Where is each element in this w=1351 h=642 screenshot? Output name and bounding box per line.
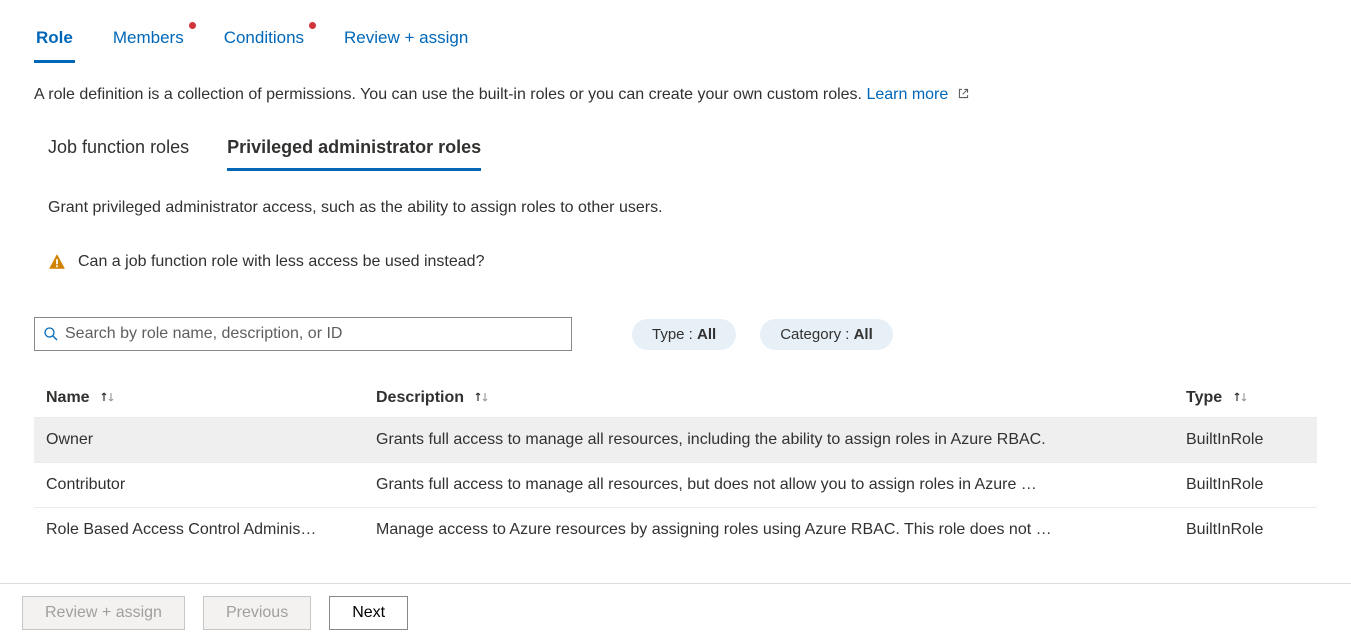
external-link-icon [957, 87, 970, 105]
intro-text-row: A role definition is a collection of per… [34, 86, 1317, 105]
cell-name: Contributor [46, 476, 376, 494]
cell-name: Role Based Access Control Adminis… [46, 521, 376, 539]
col-type-label: Type [1186, 389, 1222, 406]
intro-text: A role definition is a collection of per… [34, 86, 862, 103]
review-assign-button: Review + assign [22, 596, 185, 630]
sort-icon [1233, 390, 1249, 404]
sub-tabs: Job function roles Privileged administra… [48, 137, 1317, 171]
filter-type-label: Type : [652, 326, 697, 343]
cell-description: Grants full access to manage all resourc… [376, 431, 1186, 449]
search-box[interactable] [34, 317, 572, 351]
col-name[interactable]: Name [46, 389, 376, 407]
search-icon [43, 326, 59, 342]
table-row[interactable]: Contributor Grants full access to manage… [34, 462, 1317, 507]
next-button[interactable]: Next [329, 596, 408, 630]
filter-row: Type : All Category : All [34, 317, 1317, 351]
top-tabs: Role Members Conditions Review + assign [34, 22, 1317, 64]
filter-category-label: Category : [780, 326, 853, 343]
tab-members[interactable]: Members [111, 22, 186, 63]
filter-category-pill[interactable]: Category : All [760, 319, 893, 350]
cell-name: Owner [46, 431, 376, 449]
table-row[interactable]: Role Based Access Control Adminis… Manag… [34, 507, 1317, 552]
warning-text: Can a job function role with less access… [78, 253, 484, 271]
subtab-privileged-admin[interactable]: Privileged administrator roles [227, 137, 481, 171]
tab-conditions[interactable]: Conditions [222, 22, 306, 63]
subtab-job-function-label: Job function roles [48, 137, 189, 157]
col-description-label: Description [376, 389, 464, 406]
tab-role-label: Role [36, 28, 73, 47]
tab-role[interactable]: Role [34, 22, 75, 63]
table-header: Name Description Type [34, 379, 1317, 417]
subtab-job-function[interactable]: Job function roles [48, 137, 189, 171]
footer-bar: Review + assign Previous Next [0, 583, 1351, 642]
col-description[interactable]: Description [376, 389, 1186, 407]
required-dot-icon [189, 22, 196, 29]
cell-type: BuiltInRole [1186, 476, 1305, 494]
sort-icon [474, 390, 490, 404]
tab-members-label: Members [113, 28, 184, 47]
previous-button: Previous [203, 596, 311, 630]
warning-icon [48, 253, 66, 271]
subtab-description: Grant privileged administrator access, s… [48, 199, 1317, 217]
required-dot-icon [309, 22, 316, 29]
filter-pills: Type : All Category : All [632, 319, 893, 350]
cell-type: BuiltInRole [1186, 521, 1305, 539]
table-row[interactable]: Owner Grants full access to manage all r… [34, 417, 1317, 462]
learn-more-label: Learn more [866, 86, 948, 103]
subtab-privileged-admin-label: Privileged administrator roles [227, 137, 481, 157]
col-name-label: Name [46, 389, 90, 406]
cell-description: Manage access to Azure resources by assi… [376, 521, 1186, 539]
filter-category-value: All [854, 326, 873, 343]
tab-conditions-label: Conditions [224, 28, 304, 47]
cell-type: BuiltInRole [1186, 431, 1305, 449]
warning-row: Can a job function role with less access… [48, 253, 1317, 271]
learn-more-link[interactable]: Learn more [866, 86, 969, 103]
sort-icon [100, 390, 116, 404]
tab-review-assign-label: Review + assign [344, 28, 468, 47]
search-input[interactable] [65, 325, 563, 343]
filter-type-value: All [697, 326, 716, 343]
filter-type-pill[interactable]: Type : All [632, 319, 736, 350]
cell-description: Grants full access to manage all resourc… [376, 476, 1186, 494]
col-type[interactable]: Type [1186, 389, 1305, 407]
tab-review-assign[interactable]: Review + assign [342, 22, 470, 63]
